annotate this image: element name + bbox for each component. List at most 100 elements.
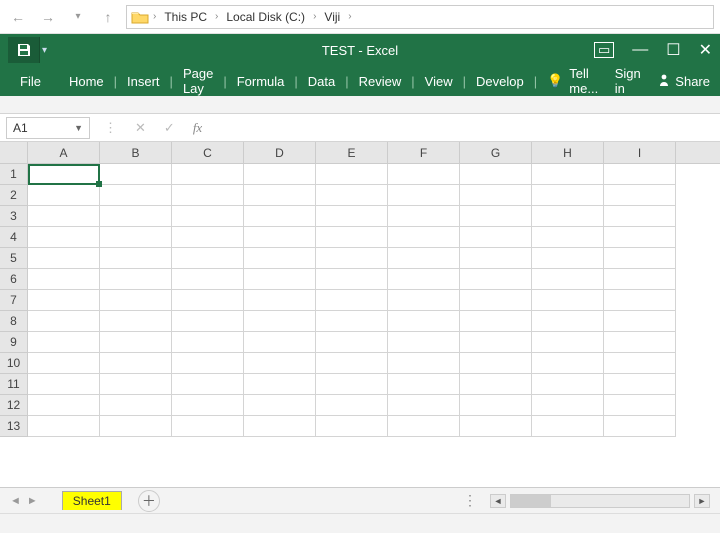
cell[interactable] bbox=[172, 395, 244, 416]
col-header[interactable]: F bbox=[388, 142, 460, 163]
cell[interactable] bbox=[100, 206, 172, 227]
sheet-tab-active[interactable]: Sheet1 bbox=[62, 491, 122, 510]
col-header[interactable]: H bbox=[532, 142, 604, 163]
cell[interactable] bbox=[244, 227, 316, 248]
cell[interactable] bbox=[388, 185, 460, 206]
horizontal-scrollbar[interactable] bbox=[510, 494, 690, 508]
cell[interactable] bbox=[316, 311, 388, 332]
tab-developer[interactable]: Develop bbox=[468, 74, 532, 89]
cell[interactable] bbox=[172, 164, 244, 185]
cell[interactable] bbox=[172, 332, 244, 353]
col-header[interactable]: E bbox=[316, 142, 388, 163]
cell[interactable] bbox=[604, 311, 676, 332]
file-tab[interactable]: File bbox=[10, 74, 51, 89]
col-header[interactable]: G bbox=[460, 142, 532, 163]
nav-forward-icon[interactable]: → bbox=[36, 5, 60, 29]
cancel-icon[interactable]: ✕ bbox=[135, 120, 146, 136]
tab-home[interactable]: Home bbox=[61, 74, 112, 89]
sheet-nav-next-icon[interactable]: ► bbox=[27, 495, 38, 507]
crumb-drive[interactable]: Local Disk (C:) bbox=[222, 10, 309, 24]
close-icon[interactable]: ✕ bbox=[699, 40, 712, 60]
tab-page-layout[interactable]: Page Lay bbox=[175, 66, 221, 96]
cell[interactable] bbox=[532, 353, 604, 374]
cell[interactable] bbox=[316, 269, 388, 290]
cell[interactable] bbox=[244, 395, 316, 416]
cell[interactable] bbox=[604, 164, 676, 185]
cell[interactable] bbox=[172, 311, 244, 332]
cell[interactable] bbox=[316, 374, 388, 395]
cell[interactable] bbox=[316, 395, 388, 416]
cell[interactable] bbox=[100, 395, 172, 416]
cell[interactable] bbox=[172, 206, 244, 227]
row-header[interactable]: 6 bbox=[0, 269, 28, 290]
cell[interactable] bbox=[100, 311, 172, 332]
split-handle-icon[interactable]: ⋮ bbox=[463, 492, 478, 509]
cell[interactable] bbox=[316, 185, 388, 206]
cell[interactable] bbox=[604, 206, 676, 227]
tab-review[interactable]: Review bbox=[351, 74, 410, 89]
cell[interactable] bbox=[28, 332, 100, 353]
cell[interactable] bbox=[460, 269, 532, 290]
cell[interactable] bbox=[172, 227, 244, 248]
cell[interactable] bbox=[460, 248, 532, 269]
col-header[interactable]: C bbox=[172, 142, 244, 163]
cell[interactable] bbox=[244, 416, 316, 437]
cell[interactable] bbox=[388, 416, 460, 437]
row-header[interactable]: 2 bbox=[0, 185, 28, 206]
nav-recent-icon[interactable]: ▾ bbox=[66, 5, 90, 29]
row-header[interactable]: 8 bbox=[0, 311, 28, 332]
cell[interactable] bbox=[316, 206, 388, 227]
cell[interactable] bbox=[604, 269, 676, 290]
cell[interactable] bbox=[244, 248, 316, 269]
crumb-folder[interactable]: Viji bbox=[320, 10, 344, 24]
row-header[interactable]: 10 bbox=[0, 353, 28, 374]
cell[interactable] bbox=[460, 395, 532, 416]
cell[interactable] bbox=[28, 311, 100, 332]
cell[interactable] bbox=[388, 227, 460, 248]
qat-dropdown-icon[interactable]: ▾ bbox=[42, 45, 47, 56]
cell[interactable] bbox=[532, 248, 604, 269]
cell[interactable] bbox=[460, 311, 532, 332]
cell[interactable] bbox=[388, 311, 460, 332]
cell[interactable] bbox=[244, 164, 316, 185]
cell[interactable] bbox=[28, 290, 100, 311]
cell[interactable] bbox=[460, 185, 532, 206]
tab-formulas[interactable]: Formula bbox=[229, 74, 293, 89]
cell[interactable] bbox=[28, 206, 100, 227]
cell[interactable] bbox=[460, 332, 532, 353]
cell[interactable] bbox=[604, 227, 676, 248]
cell[interactable] bbox=[604, 374, 676, 395]
cell[interactable] bbox=[532, 395, 604, 416]
row-header[interactable]: 3 bbox=[0, 206, 28, 227]
cell[interactable] bbox=[28, 227, 100, 248]
maximize-icon[interactable]: ☐ bbox=[666, 40, 680, 60]
cell[interactable] bbox=[388, 248, 460, 269]
tab-data[interactable]: Data bbox=[300, 74, 343, 89]
row-header[interactable]: 11 bbox=[0, 374, 28, 395]
new-sheet-button[interactable]: ＋ bbox=[138, 490, 160, 512]
cell[interactable] bbox=[172, 290, 244, 311]
select-all-corner[interactable] bbox=[0, 142, 28, 163]
ribbon-display-options-icon[interactable]: ▭ bbox=[594, 42, 614, 58]
nav-up-icon[interactable]: ↑ bbox=[96, 5, 120, 29]
cell[interactable] bbox=[28, 353, 100, 374]
cell[interactable] bbox=[244, 374, 316, 395]
cell[interactable] bbox=[244, 206, 316, 227]
cell[interactable] bbox=[316, 164, 388, 185]
cell[interactable] bbox=[532, 206, 604, 227]
tell-me-search[interactable]: 💡 Tell me... bbox=[547, 66, 615, 96]
cell[interactable] bbox=[604, 353, 676, 374]
cell[interactable] bbox=[532, 227, 604, 248]
cell[interactable] bbox=[604, 395, 676, 416]
minimize-icon[interactable]: ― bbox=[632, 41, 648, 59]
sheet-nav-prev-icon[interactable]: ◄ bbox=[10, 495, 21, 507]
cell[interactable] bbox=[172, 248, 244, 269]
cell[interactable] bbox=[460, 353, 532, 374]
cell[interactable] bbox=[100, 416, 172, 437]
col-header[interactable]: D bbox=[244, 142, 316, 163]
cell[interactable] bbox=[460, 206, 532, 227]
col-header[interactable]: A bbox=[28, 142, 100, 163]
cell[interactable] bbox=[532, 374, 604, 395]
cell[interactable] bbox=[100, 185, 172, 206]
cell[interactable] bbox=[28, 248, 100, 269]
